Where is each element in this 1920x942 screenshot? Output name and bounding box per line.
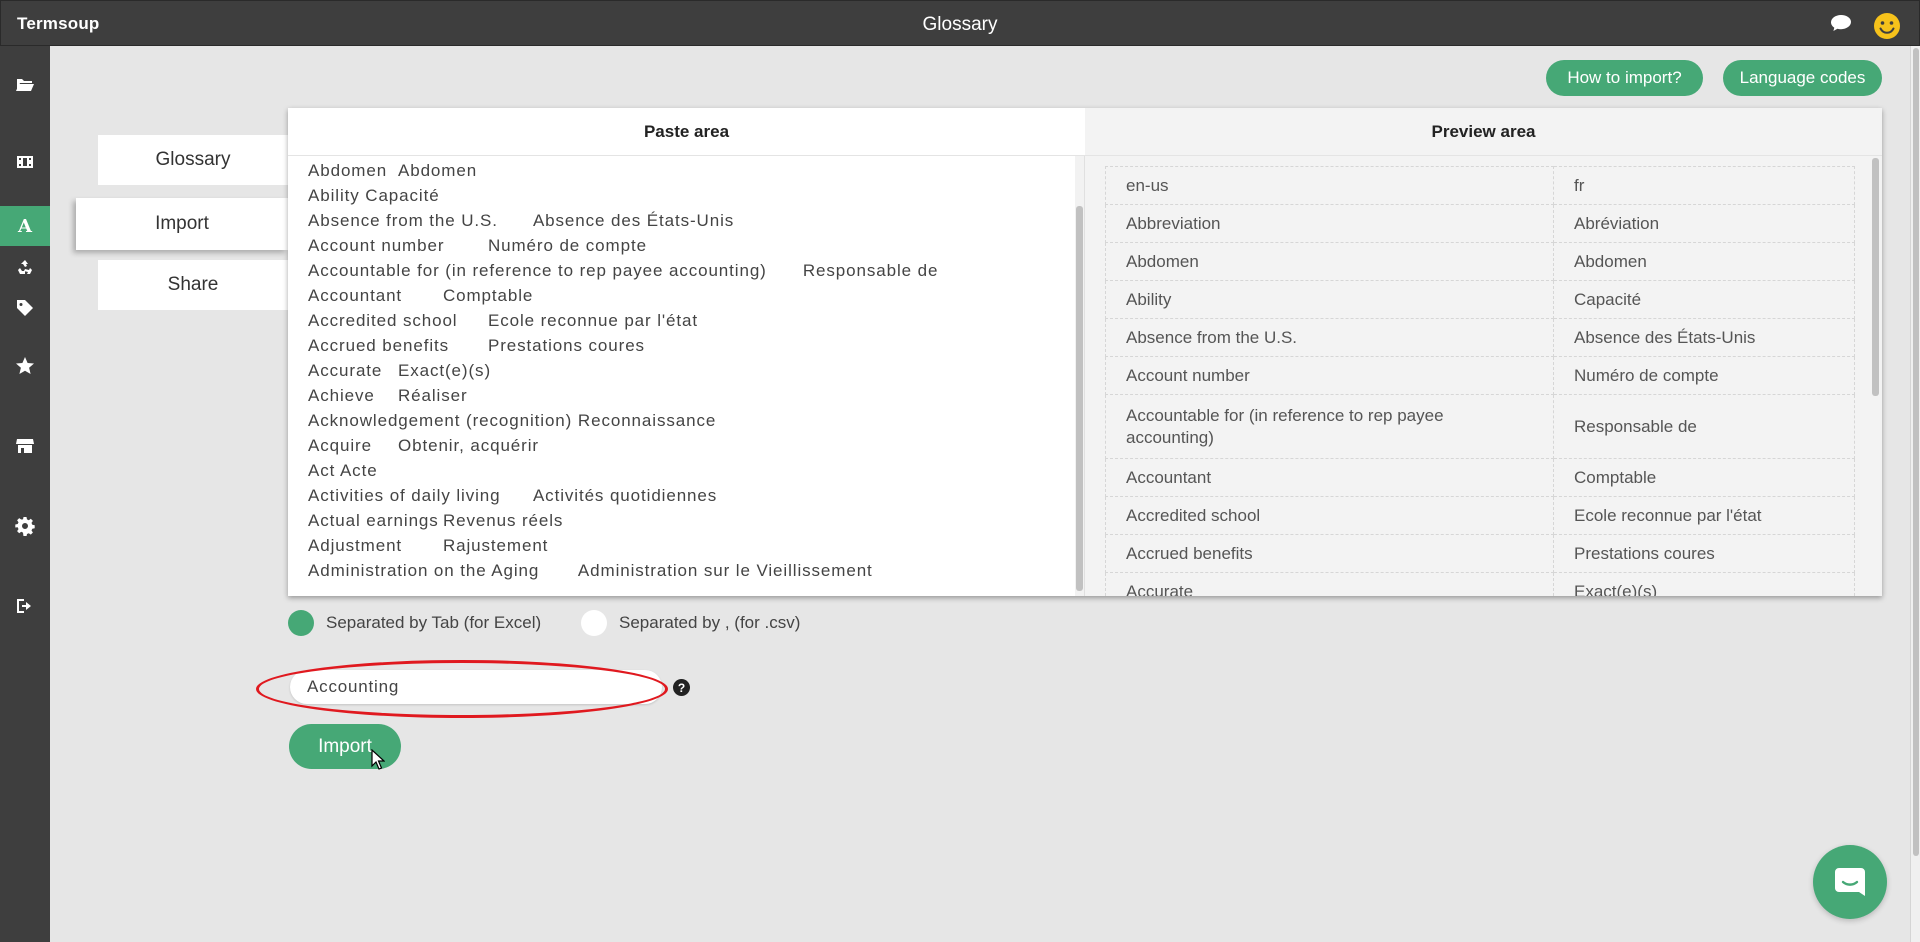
question-circle-icon[interactable]: ?	[673, 679, 690, 696]
preview-cell-source: Accurate	[1105, 572, 1554, 596]
paste-line: Act Acte	[308, 461, 378, 480]
mouse-pointer-icon	[371, 749, 385, 770]
chat-bubble-icon	[1835, 868, 1865, 896]
preview-row: Absence from the U.S. Absence des États-U…	[1105, 318, 1855, 357]
recycle-icon[interactable]	[0, 248, 50, 288]
paste-line: Adjustment Rajustement	[308, 536, 549, 555]
preview-cell-target: Comptable	[1553, 458, 1855, 497]
paste-line: Accurate Exact(e)(s)	[308, 361, 492, 380]
paste-line: Account number Numéro de compte	[308, 236, 647, 255]
tab-share[interactable]: Share	[98, 260, 288, 310]
store-icon[interactable]	[0, 426, 50, 466]
preview-cell-target: Numéro de compte	[1553, 356, 1855, 395]
paste-area-title: Paste area	[288, 108, 1085, 156]
preview-row: Accurate Exact(e)(s)	[1105, 572, 1855, 596]
paste-line: Acquire Obtenir, acquérir	[308, 436, 539, 455]
paste-line: Accredited school Ecole reconnue par l'é…	[308, 311, 698, 330]
preview-cell-source: Abbreviation	[1105, 204, 1554, 243]
preview-table: en-us fr Abbreviation Abréviation Abdomen Abd…	[1105, 166, 1855, 596]
paste-line: Activities of daily living Activités quo…	[308, 486, 718, 505]
paste-line: Absence from the U.S. Absence des États-…	[308, 211, 735, 230]
paste-line: Administration on the Aging Administrati…	[308, 561, 873, 580]
gear-icon[interactable]	[0, 506, 50, 546]
folder-open-icon[interactable]	[0, 64, 50, 104]
glossary-letter-icon[interactable]: A	[0, 206, 50, 246]
paste-line: Abdomen Abdomen	[308, 161, 478, 180]
preview-area-title: Preview area	[1085, 108, 1882, 156]
tab-glossary[interactable]: Glossary	[98, 135, 288, 185]
film-icon[interactable]	[0, 142, 50, 182]
comment-icon[interactable]	[1830, 14, 1852, 32]
paste-scrollbar[interactable]	[1075, 156, 1084, 596]
preview-row: Account number Numéro de compte	[1105, 356, 1855, 395]
preview-cell-target: Prestations coures	[1553, 534, 1855, 573]
separator-csv-label: Separated by , (for .csv)	[619, 613, 801, 632]
preview-row: Ability Capacité	[1105, 280, 1855, 319]
preview-cell-source: Absence from the U.S.	[1105, 318, 1554, 357]
preview-cell-target: Abdomen	[1553, 242, 1855, 281]
paste-lines: Abdomen Abdomen Ability Capacité Absence f…	[288, 156, 1084, 583]
chat-launcher-button[interactable]	[1813, 845, 1887, 919]
preview-cell-target: fr	[1553, 166, 1855, 205]
preview-cell-target: Ecole reconnue par l'état	[1553, 496, 1855, 535]
separator-tab-radio[interactable]: Separated by Tab (for Excel)	[288, 608, 541, 638]
paste-line: Actual earnings Revenus réels	[308, 511, 564, 530]
preview-row: Abbreviation Abréviation	[1105, 204, 1855, 243]
radio-unchecked-icon	[581, 610, 607, 636]
preview-scrollbar[interactable]	[1871, 156, 1880, 596]
preview-row: Abdomen Abdomen	[1105, 242, 1855, 281]
preview-cell-source: Accrued benefits	[1105, 534, 1554, 573]
glossary-name-input[interactable]	[290, 670, 662, 704]
preview-cell-target: Responsable de	[1553, 394, 1855, 459]
paste-line: Ability Capacité	[308, 186, 440, 205]
page-title: Glossary	[922, 14, 998, 35]
tag-icon[interactable]	[0, 288, 50, 328]
window-scrollbar[interactable]	[1910, 46, 1920, 942]
paste-line: Accountable for (in reference to rep pay…	[308, 261, 939, 280]
sign-out-icon[interactable]	[0, 586, 50, 626]
how-to-import-button[interactable]: How to import?	[1546, 60, 1703, 96]
preview-cell-source: Abdomen	[1105, 242, 1554, 281]
preview-row: Accountable for (in reference to rep pay…	[1105, 394, 1855, 459]
preview-cell-source: Accredited school	[1105, 496, 1554, 535]
preview-cell-target: Abréviation	[1553, 204, 1855, 243]
language-codes-button[interactable]: Language codes	[1723, 60, 1882, 96]
paste-line: Achieve Réaliser	[308, 386, 468, 405]
preview-row: Accredited school Ecole reconnue par l'ét…	[1105, 496, 1855, 535]
paste-textarea[interactable]: Abdomen Abdomen Ability Capacité Absence f…	[288, 156, 1085, 596]
preview-cell-source: Accountant	[1105, 458, 1554, 497]
star-icon[interactable]	[0, 346, 50, 386]
separator-tab-label: Separated by Tab (for Excel)	[326, 613, 542, 632]
separator-csv-radio[interactable]: Separated by , (for .csv)	[581, 608, 800, 638]
preview-area: en-us fr Abbreviation Abréviation Abdomen Abd…	[1085, 156, 1882, 596]
paste-line: Accrued benefits Prestations coures	[308, 336, 645, 355]
preview-cell-source: Accountable for (in reference to rep pay…	[1105, 394, 1554, 459]
preview-row: en-us fr	[1105, 166, 1855, 205]
paste-line: Accountant Comptable	[308, 286, 534, 305]
paste-line: Acknowledgement (recognition) Reconnaiss…	[308, 411, 717, 430]
preview-cell-source: Account number	[1105, 356, 1554, 395]
import-panel: Paste area Preview area Abdomen Abdomen A…	[288, 108, 1882, 596]
sidebar: A	[0, 46, 50, 942]
preview-cell-source: Ability	[1105, 280, 1554, 319]
preview-cell-target: Capacité	[1553, 280, 1855, 319]
smiley-icon[interactable]	[1873, 12, 1901, 40]
preview-cell-target: Absence des États-Unis	[1553, 318, 1855, 357]
preview-row: Accountant Comptable	[1105, 458, 1855, 497]
preview-row: Accrued benefits Prestations coures	[1105, 534, 1855, 573]
preview-cell-source: en-us	[1105, 166, 1554, 205]
tab-import[interactable]: Import	[76, 198, 288, 250]
top-bar: Termsoup Glossary	[0, 0, 1920, 46]
preview-cell-target: Exact(e)(s)	[1553, 572, 1855, 596]
radio-checked-icon	[288, 610, 314, 636]
